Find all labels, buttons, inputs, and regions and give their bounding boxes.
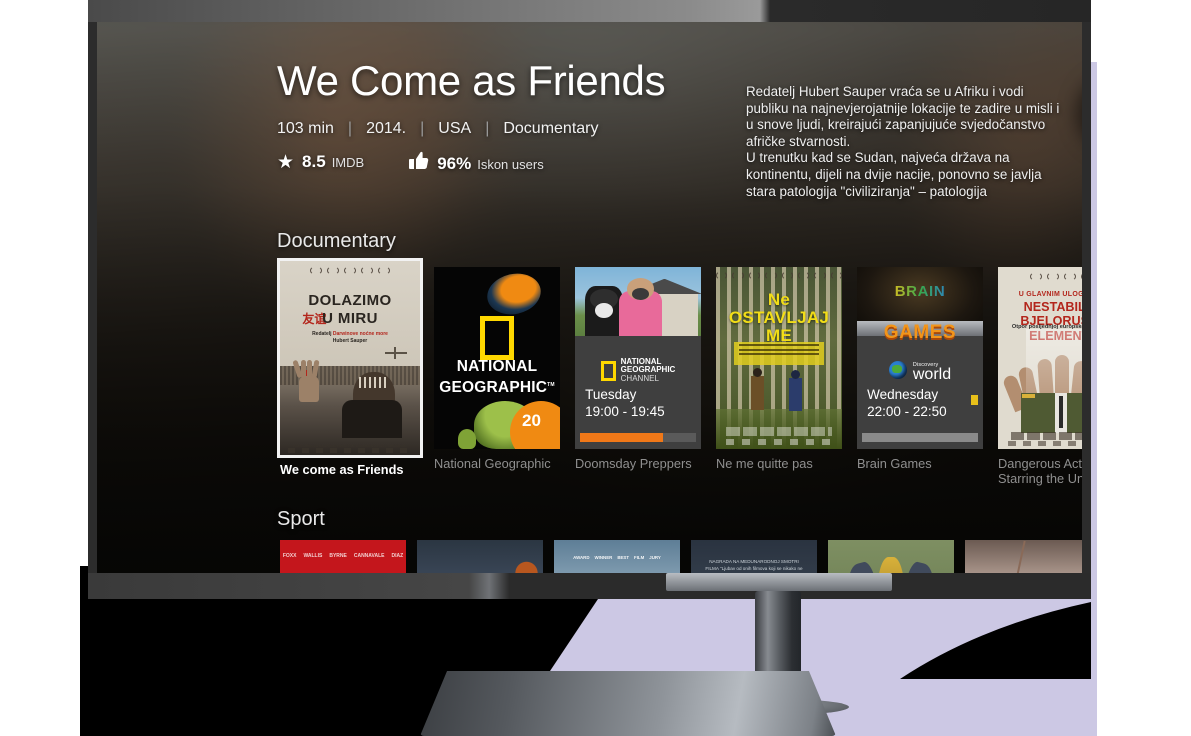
- poster-line-1: Ne: [767, 289, 791, 309]
- tv-stand-base: [420, 671, 836, 736]
- brand-line-2: GEOGRAPHIC: [439, 379, 548, 397]
- poster-art[interactable]: AWARD WINNER BEST FILM JURY: [554, 540, 680, 573]
- user-rating: 96% Iskon users: [408, 150, 544, 174]
- epg-progress-bar: [862, 432, 978, 442]
- natgeo-logo-icon: [480, 316, 514, 361]
- meta-item-genre: Documentary: [503, 120, 599, 137]
- card-title: Ne me quitte pas: [716, 456, 813, 471]
- poster-art[interactable]: [828, 540, 954, 573]
- cast-name: BYRNE: [329, 552, 347, 559]
- meta-separator: |: [485, 120, 490, 137]
- card-title: Dangerous Acts Starring the Unstable: [998, 456, 1082, 486]
- row-label-sport: Sport: [277, 508, 325, 530]
- user-source-label: Iskon users: [477, 157, 544, 172]
- cast-name: DIAZ: [391, 552, 404, 559]
- epg-day: Tuesday: [585, 386, 637, 402]
- television: We Come as Friends true 103 min | 2014. …: [88, 0, 1091, 582]
- channel-logo: NATIONAL GEOGRAPHIC CHANNEL: [575, 357, 701, 383]
- poster-art[interactable]: Ne OSTAVLJAJ ME: [716, 267, 842, 449]
- thumbs-up-icon: [408, 151, 429, 174]
- card-avantura-zivota[interactable]: NAGRADA NA MEDUNARODNOJ SMOTRI FILMA "Lj…: [691, 540, 817, 573]
- poster-art[interactable]: U GLAVNIM ULOGAMA: NESTABILNI BJELORUSKI…: [998, 267, 1082, 449]
- globe-icon: [888, 360, 907, 379]
- epg-card-art[interactable]: NATIONAL GEOGRAPHIC CHANNEL Tuesday 19:0…: [575, 267, 701, 449]
- imdb-source-label: IMDB: [331, 155, 365, 170]
- natgeo-logo-icon: [600, 360, 616, 381]
- card-doomsday-preppers[interactable]: NATIONAL GEOGRAPHIC CHANNEL Tuesday 19:0…: [575, 267, 705, 486]
- card-face[interactable]: [965, 540, 1082, 573]
- tv-stand-plate: [666, 573, 892, 591]
- card-title: Brain Games: [857, 456, 932, 471]
- trademark-mark: TM: [547, 382, 555, 388]
- star-icon: ★: [277, 152, 295, 173]
- card-dangerous-acts[interactable]: U GLAVNIM ULOGAMA: NESTABILNI BJELORUSKI…: [998, 267, 1082, 486]
- poster-credit-prefix: Redatelj: [312, 330, 332, 337]
- carousel-sport[interactable]: FOXX WALLIS BYRNE CANNAVALE DIAZ Annie: [280, 540, 1082, 573]
- card-brain-games[interactable]: BRAIN GAMES Discovery world Wednesday 22…: [857, 267, 987, 486]
- hero-panel: We Come as Friends true 103 min | 2014. …: [97, 22, 1082, 222]
- poster-art[interactable]: DOLAZIMO 友谊 U MIRU Redatelj Darwinove no…: [277, 258, 423, 458]
- card-ne-me-quitte-pas[interactable]: Ne OSTAVLJAJ ME Ne me quitte pas: [716, 267, 846, 486]
- meta-item-country: USA: [438, 120, 472, 137]
- poster-art[interactable]: NATIONAL GEOGRAPHICTM 20: [434, 267, 560, 449]
- carousel-documentary[interactable]: DOLAZIMO 友谊 U MIRU Redatelj Darwinove no…: [277, 258, 1082, 486]
- card-title: We come as Friends: [280, 462, 404, 477]
- card-title: Doomsday Preppers: [575, 456, 692, 471]
- poster-art[interactable]: NAGRADA NA MEDUNARODNOJ SMOTRI FILMA "Lj…: [691, 540, 817, 573]
- hero-ratings: ★ 8.5 IMDB 96% Iskon users: [277, 150, 544, 174]
- user-score: 96%: [437, 154, 472, 173]
- tv-bezel-top-highlight: [88, 0, 1091, 22]
- brand-line-1: NATIONAL: [456, 358, 538, 375]
- poster-line-2: U MIRU: [322, 310, 378, 328]
- epg-time: 19:00 - 19:45: [585, 403, 665, 419]
- show-title-line-1: BRAIN: [857, 283, 983, 300]
- epg-time: 22:00 - 22:50: [867, 403, 947, 419]
- meta-separator: |: [420, 120, 425, 137]
- tv-bezel-bottom: [88, 573, 1091, 599]
- poster-line-2: OSTAVLJAJ: [728, 307, 830, 327]
- cast-name: WALLIS: [303, 552, 323, 559]
- card-annie[interactable]: FOXX WALLIS BYRNE CANNAVALE DIAZ Annie: [280, 540, 406, 573]
- screenshot-canvas: We Come as Friends true 103 min | 2014. …: [0, 0, 1191, 736]
- poster-credit-name: Hubert Sauper: [332, 337, 368, 344]
- poster-kicker: U GLAVNIM ULOGAMA:: [1018, 290, 1082, 298]
- poster-art[interactable]: [965, 540, 1082, 573]
- poster-line-1: DOLAZIMO: [308, 292, 392, 310]
- epg-progress-bar: [580, 432, 696, 442]
- cast-name: CANNAVALE: [353, 552, 385, 559]
- card-insect[interactable]: [828, 540, 954, 573]
- imdb-rating: ★ 8.5 IMDB: [277, 152, 364, 172]
- imdb-score: 8.5: [302, 152, 326, 171]
- meta-item-duration: 103 min: [277, 120, 334, 137]
- card-title: National Geographic: [434, 456, 551, 471]
- card-national-geographic[interactable]: NATIONAL GEOGRAPHICTM 20 National Geogra…: [434, 267, 564, 486]
- card-we-come-as-friends[interactable]: DOLAZIMO 友谊 U MIRU Redatelj Darwinove no…: [277, 258, 423, 486]
- tv-screen: We Come as Friends true 103 min | 2014. …: [97, 22, 1082, 573]
- meta-item-year: 2014.: [366, 120, 407, 137]
- poster-art[interactable]: FOXX WALLIS BYRNE CANNAVALE DIAZ Annie: [280, 540, 406, 573]
- cast-name: FOXX: [282, 552, 297, 559]
- row-label-documentary: Documentary: [277, 230, 396, 252]
- page-title: We Come as Friends: [277, 57, 666, 104]
- hero-description: Redatelj Hubert Sauper vraća se u Afriku…: [746, 84, 1060, 199]
- channel-brand-large: world: [912, 365, 952, 383]
- poster-quote: NAGRADA NA MEDUNARODNOJ SMOTRI FILMA "Lj…: [705, 559, 803, 572]
- epg-card-art[interactable]: BRAIN GAMES Discovery world Wednesday 22…: [857, 267, 983, 449]
- poster-art[interactable]: FRINGE: [417, 540, 543, 573]
- hero-metadata: true 103 min | 2014. | USA | Documentary: [277, 120, 599, 138]
- card-fringe[interactable]: FRINGE: [417, 540, 543, 573]
- show-title-line-2: GAMES: [883, 321, 957, 343]
- channel-number: 20: [522, 411, 541, 430]
- card-winter-sleep[interactable]: AWARD WINNER BEST FILM JURY: [554, 540, 680, 573]
- meta-separator: |: [347, 120, 353, 137]
- channel-logo: Discovery world: [857, 360, 983, 383]
- epg-day: Wednesday: [867, 386, 939, 402]
- poster-credit-highlight: Darwinove noćne more: [332, 330, 388, 337]
- channel-line-3: CHANNEL: [620, 373, 659, 383]
